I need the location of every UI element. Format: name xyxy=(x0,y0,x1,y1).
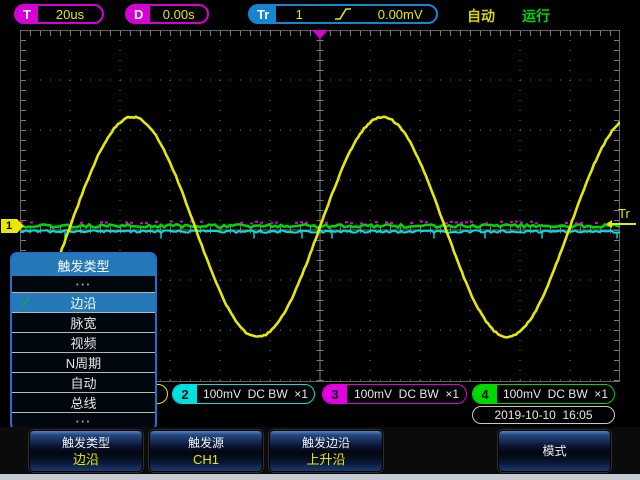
trigger-level-marker-label: Tr xyxy=(618,206,630,221)
menu-item-edge[interactable]: ✓ 边沿 xyxy=(12,293,155,313)
datetime-display: 2019-10-10 16:05 xyxy=(472,406,615,424)
channel3-status-box[interactable]: 3 100mV DC BW ×1 xyxy=(322,384,467,404)
menu-item-pulse-width[interactable]: 脉宽 xyxy=(12,313,155,333)
run-state-indicator: 运行 xyxy=(522,6,550,26)
delay-label: D xyxy=(127,6,150,22)
menu-item-n-cycle[interactable]: N周期 xyxy=(12,353,155,373)
softkey-trigger-source-label: 触发源 xyxy=(188,436,224,450)
channel4-status-box[interactable]: 4 100mV DC BW ×1 xyxy=(472,384,615,404)
channel2-badge: 2 xyxy=(173,385,197,403)
menu-item-scroll-up[interactable]: ··· xyxy=(12,276,155,293)
softkey-trigger-type-label: 触发类型 xyxy=(62,436,110,450)
menu-item-edge-label: 边沿 xyxy=(70,293,96,312)
channel4-settings: 100mV DC BW ×1 xyxy=(497,385,614,403)
channel1-ground-label: 1 xyxy=(6,220,12,232)
softkey-bar: 触发类型 边沿 触发源 CH1 触发边沿 上升沿 模式 xyxy=(0,427,640,474)
menu-item-bus[interactable]: 总线 xyxy=(12,393,155,413)
timebase-value: 20us xyxy=(38,6,102,22)
softkey-trigger-slope[interactable]: 触发边沿 上升沿 xyxy=(269,430,383,472)
softkey-trigger-slope-value: 上升沿 xyxy=(306,452,345,467)
screen-bottom-edge xyxy=(0,474,640,480)
softkey-mode[interactable]: 模式 xyxy=(498,430,611,472)
menu-item-auto[interactable]: 自动 xyxy=(12,373,155,393)
delay-value: 0.00s xyxy=(150,6,207,22)
channel2-status-box[interactable]: 2 100mV DC BW ×1 xyxy=(172,384,315,404)
timebase-label: T xyxy=(16,6,38,22)
delay-readout: D 0.00s xyxy=(125,4,209,24)
channel4-badge: 4 xyxy=(473,385,497,403)
channel2-settings: 100mV DC BW ×1 xyxy=(197,385,314,403)
menu-item-video[interactable]: 视频 xyxy=(12,333,155,353)
acquire-mode-indicator: 自动 xyxy=(467,6,495,26)
trigger-type-menu: 触发类型 ··· ✓ 边沿 脉宽 视频 N周期 自动 总线 ··· xyxy=(10,252,157,431)
trigger-level: 0.00mV xyxy=(364,6,436,22)
trigger-readout: Tr 1 0.00mV xyxy=(248,4,438,24)
trigger-source: 1 xyxy=(276,6,322,22)
softkey-mode-label: 模式 xyxy=(542,444,566,458)
menu-title: 触发类型 xyxy=(12,254,155,276)
softkey-trigger-slope-label: 触发边沿 xyxy=(302,436,350,450)
trigger-level-marker[interactable]: Tr xyxy=(609,207,639,225)
left-arrow-icon xyxy=(612,223,636,225)
softkey-trigger-source[interactable]: 触发源 CH1 xyxy=(149,430,263,472)
softkey-trigger-source-value: CH1 xyxy=(193,452,219,467)
channel3-settings: 100mV DC BW ×1 xyxy=(347,385,466,403)
trigger-label: Tr xyxy=(250,6,276,22)
checkmark-icon: ✓ xyxy=(20,294,32,311)
trigger-position-marker[interactable] xyxy=(312,30,328,39)
softkey-trigger-type-value: 边沿 xyxy=(73,452,99,467)
softkey-trigger-type[interactable]: 触发类型 边沿 xyxy=(29,430,143,472)
rising-edge-icon xyxy=(322,6,364,22)
timebase-readout: T 20us xyxy=(14,4,104,24)
channel3-badge: 3 xyxy=(323,385,347,403)
